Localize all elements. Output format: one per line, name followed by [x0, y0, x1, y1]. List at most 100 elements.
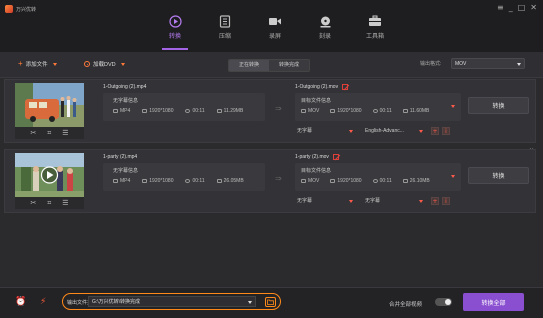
add-subtitle-button[interactable]: + — [431, 127, 439, 135]
size-meta: 11.60MB — [402, 108, 430, 114]
size-value: 11.60MB — [409, 108, 430, 114]
chevron-down-icon[interactable] — [451, 105, 455, 108]
arrow-right-icon: ⇒ — [275, 174, 282, 183]
source-file-name: 1-party (2).mp4 — [103, 154, 138, 160]
chevron-down-icon — [419, 130, 423, 133]
duration-value: 00:11 — [379, 178, 392, 184]
video-thumbnail[interactable] — [15, 83, 84, 127]
info-icon: i — [445, 197, 447, 205]
tab-label: 刻录 — [318, 34, 331, 40]
effect-icon[interactable]: ☰ — [62, 199, 68, 207]
folder-icon — [267, 299, 274, 305]
tab-label: 压缩 — [218, 34, 231, 40]
info-button[interactable]: i — [442, 197, 450, 205]
lightning-icon[interactable]: ⚡ — [40, 297, 46, 307]
output-folder-path: G:\万兴优转\转换完成 — [92, 299, 141, 305]
load-dvd-button[interactable]: 加载DVD — [84, 60, 125, 68]
trim-icon[interactable]: ✂ — [30, 199, 36, 207]
info-button[interactable]: i — [442, 127, 450, 135]
target-info-label: 目标文件信息 — [301, 98, 332, 104]
duration-value: 00:11 — [192, 178, 205, 184]
maximize-icon[interactable]: □ — [518, 3, 526, 12]
convert-all-button[interactable]: 转换全部 — [463, 293, 524, 311]
chevron-down-icon[interactable] — [451, 175, 455, 178]
arrow-right-icon: ⇒ — [275, 104, 282, 113]
format-meta: MP4 — [113, 108, 130, 114]
app-logo: 万兴优转 — [5, 5, 36, 13]
resolution-icon — [330, 109, 336, 113]
chevron-down-icon — [248, 301, 252, 304]
duration-value: 00:11 — [192, 108, 205, 114]
target-info-box[interactable]: 目标文件信息 MOV 1920*1080 00:11 11.60MB — [295, 93, 461, 121]
file-card: ✂ ⌗ ☰ 1-Outgoing (2).mp4 无字幕信息 MP4 1920*… — [4, 79, 536, 143]
chevron-down-icon[interactable] — [120, 62, 125, 66]
format-value: MP4 — [120, 178, 131, 184]
chevron-down-icon[interactable] — [52, 62, 57, 66]
menu-icon[interactable]: ≡ — [497, 3, 504, 12]
convert-button[interactable]: 转换 — [468, 167, 529, 184]
folder-icon — [402, 109, 408, 113]
top-bar: 万兴优转 ≡ _ □ ✕ 转换 压缩 录屏 刻录 工具箱 — [0, 0, 543, 52]
resolution-icon — [142, 109, 148, 113]
tab-converted[interactable]: 转换完成 — [269, 60, 309, 71]
add-file-button[interactable]: + 添加文件 — [18, 60, 57, 68]
tab-burn[interactable]: 刻录 — [300, 14, 350, 48]
tab-convert[interactable]: 转换 — [150, 14, 200, 48]
minimize-icon[interactable]: _ — [509, 3, 513, 12]
plus-icon: + — [18, 59, 23, 68]
size-value: 26.05MB — [223, 178, 244, 184]
burn-icon — [318, 14, 332, 28]
tab-label: 工具箱 — [365, 34, 384, 40]
tab-compress[interactable]: 压缩 — [200, 14, 250, 48]
subtitle-value: 无字幕 — [297, 128, 313, 134]
compress-icon — [218, 14, 232, 28]
tab-record[interactable]: 录屏 — [250, 14, 300, 48]
crop-icon[interactable]: ⌗ — [47, 199, 51, 208]
record-icon — [268, 14, 282, 28]
output-format-select[interactable]: MOV — [451, 58, 525, 69]
audio-track-select[interactable]: English-Advanc... — [363, 126, 425, 136]
audio-track-select[interactable]: 无字幕 — [363, 196, 425, 206]
resolution-meta: 1920*1080 — [142, 178, 173, 184]
target-meta: MOV 1920*1080 00:11 11.60MB — [301, 108, 429, 114]
convert-icon — [168, 14, 182, 28]
resolution-value: 1920*1080 — [149, 108, 174, 114]
target-file-row: 1-party (2).mov — [295, 154, 339, 160]
merge-videos-toggle[interactable] — [435, 298, 452, 306]
add-file-label: 添加文件 — [25, 62, 48, 68]
toolbar: + 添加文件 加载DVD 正在转换 转换完成 输出格式: MOV — [0, 52, 543, 78]
resolution-icon — [330, 179, 336, 183]
subtitle-select[interactable]: 无字幕 — [295, 126, 355, 136]
tab-converting[interactable]: 正在转换 — [229, 60, 269, 71]
close-icon[interactable]: ✕ — [530, 3, 537, 12]
effect-icon[interactable]: ☰ — [62, 129, 68, 137]
tab-label: 录屏 — [268, 34, 281, 40]
alarm-clock-icon[interactable]: ⏰ — [15, 297, 26, 307]
target-file-name: 1-Outgoing (2).mov — [295, 84, 339, 90]
source-file-name: 1-Outgoing (2).mp4 — [103, 84, 147, 90]
subtitle-select[interactable]: 无字幕 — [295, 196, 355, 206]
edit-icon[interactable] — [342, 84, 349, 90]
size-value: 11.29MB — [223, 108, 244, 114]
open-folder-button[interactable] — [265, 297, 276, 307]
thumbnail-tools: ✂ ⌗ ☰ — [15, 127, 84, 139]
target-info-label: 目标文件信息 — [301, 168, 332, 174]
chevron-down-icon — [517, 63, 521, 66]
format-meta: MOV — [301, 108, 319, 114]
edit-icon[interactable] — [332, 154, 339, 160]
source-info-box: 无字幕信息 MP4 1920*1080 00:11 11.29MB — [103, 93, 265, 121]
main-tabs: 转换 压缩 录屏 刻录 工具箱 — [150, 14, 400, 48]
output-folder-select[interactable]: G:\万兴优转\转换完成 — [88, 296, 256, 307]
trim-icon[interactable]: ✂ — [30, 129, 36, 137]
add-subtitle-button[interactable]: + — [431, 197, 439, 205]
tab-toolbox[interactable]: 工具箱 — [350, 14, 400, 48]
duration-meta: 00:11 — [372, 108, 392, 114]
tab-label: 转换 — [168, 34, 181, 40]
output-format-value: MOV — [455, 61, 467, 67]
convert-button[interactable]: 转换 — [468, 97, 529, 114]
video-thumbnail[interactable] — [15, 153, 84, 197]
chevron-down-icon — [349, 130, 353, 133]
crop-icon[interactable]: ⌗ — [47, 129, 51, 138]
target-info-box[interactable]: 目标文件信息 MOV 1920*1080 00:11 26.10MB — [295, 163, 461, 191]
resolution-meta: 1920*1080 — [330, 178, 362, 184]
